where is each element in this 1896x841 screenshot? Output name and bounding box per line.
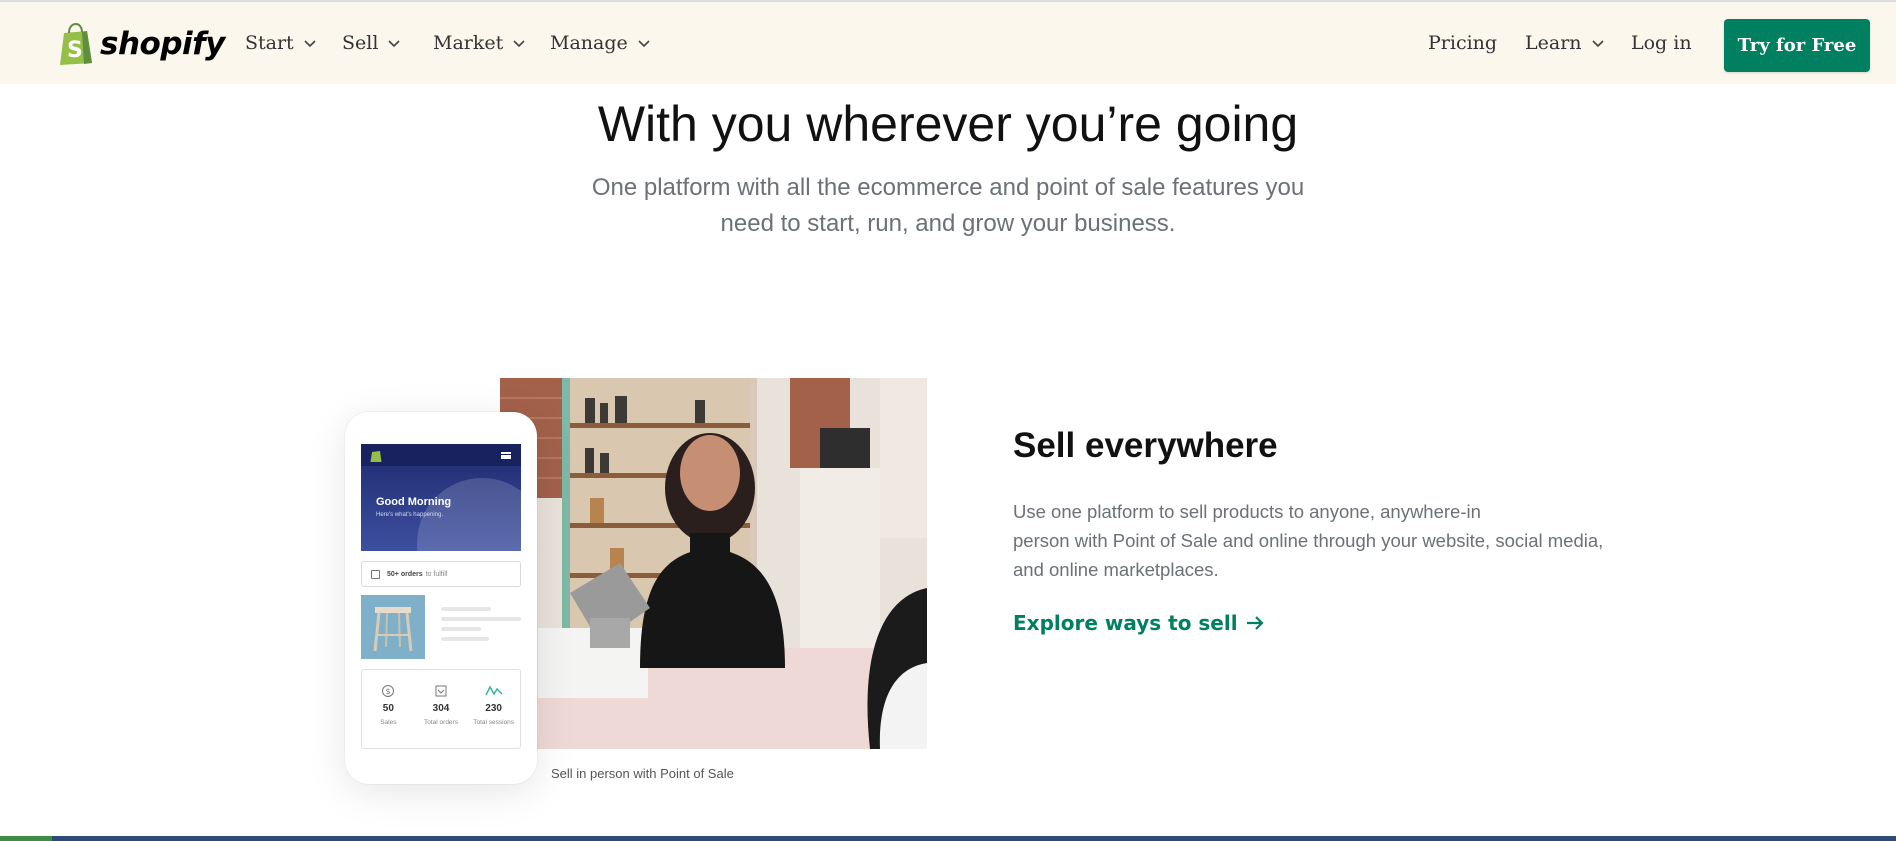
site-header: S shopify Start Sell Market Manage Prici… bbox=[0, 2, 1896, 84]
nav-learn[interactable]: Learn bbox=[1525, 32, 1605, 54]
orders-box-icon bbox=[371, 569, 380, 579]
stat-sessions-value: 230 bbox=[485, 703, 502, 714]
login-link[interactable]: Log in bbox=[1631, 32, 1692, 54]
sessions-icon bbox=[485, 685, 503, 696]
hero-subtitle: One platform with all the ecommerce and … bbox=[591, 174, 1305, 237]
feature-body: Use one platform to sell products to any… bbox=[1013, 497, 1633, 584]
placeholder-line bbox=[441, 617, 521, 621]
hamburger-menu-icon[interactable] bbox=[501, 452, 511, 459]
nav-start-label: Start bbox=[245, 32, 294, 54]
login-label: Log in bbox=[1631, 32, 1692, 54]
nav-start[interactable]: Start bbox=[245, 32, 317, 54]
stat-sessions: 230 Total sessions bbox=[469, 684, 519, 748]
stat-sales-label: Sales bbox=[380, 719, 397, 726]
chevron-down-icon bbox=[304, 39, 316, 47]
feature-body-line: person with Point of Sale and online thr… bbox=[1013, 530, 1604, 551]
phone-dashboard-hero: Good Morning Here's what's happening. bbox=[361, 444, 521, 551]
placeholder-line bbox=[441, 637, 489, 641]
bottom-edge-bar bbox=[0, 836, 1896, 841]
stat-orders-value: 304 bbox=[432, 703, 450, 714]
try-for-free-button[interactable]: Try for Free bbox=[1724, 19, 1870, 72]
placeholder-line bbox=[441, 627, 481, 631]
stat-sessions-label: Total sessions bbox=[473, 719, 515, 726]
shopify-logo[interactable]: S shopify bbox=[58, 22, 225, 66]
pos-photo bbox=[500, 378, 927, 749]
placeholder-line bbox=[441, 607, 491, 611]
explore-link-label: Explore ways to sell bbox=[1013, 611, 1238, 635]
explore-ways-to-sell-link[interactable]: Explore ways to sell bbox=[1013, 611, 1265, 635]
stat-sales: $ 50 Sales bbox=[363, 684, 413, 748]
chevron-down-icon bbox=[1591, 39, 1604, 47]
nav-market-label: Market bbox=[433, 32, 504, 54]
logo-wordmark: shopify bbox=[100, 26, 225, 62]
chevron-down-icon bbox=[638, 39, 650, 47]
stool-icon bbox=[373, 607, 413, 652]
phone-greeting-sub: Here's what's happening. bbox=[376, 512, 443, 518]
shopping-bag-icon: S bbox=[60, 23, 92, 65]
nav-sell-label: Sell bbox=[342, 32, 379, 54]
phone-greeting: Good Morning bbox=[376, 496, 452, 508]
phone-stats: $ 50 Sales 304 Total orders 230 Total se… bbox=[361, 669, 521, 749]
chevron-down-icon bbox=[513, 39, 525, 47]
phone-product-card bbox=[361, 595, 521, 659]
hero-title: With you wherever you’re going bbox=[597, 96, 1299, 152]
bottom-edge-accent bbox=[0, 836, 52, 841]
orders-icon bbox=[435, 685, 447, 697]
shopify-bag-icon bbox=[370, 451, 382, 462]
nav-pricing-label: Pricing bbox=[1428, 32, 1498, 54]
phone-top-bar bbox=[361, 444, 521, 466]
feature-body-line: Use one platform to sell products to any… bbox=[1013, 501, 1481, 522]
stat-orders-label: Total orders bbox=[424, 719, 458, 726]
orders-suffix: to fulfill bbox=[425, 570, 448, 578]
stat-sales-value: 50 bbox=[382, 703, 394, 714]
nav-manage[interactable]: Manage bbox=[550, 32, 651, 54]
feature-title: Sell everywhere bbox=[1013, 426, 1278, 465]
phone-orders-row[interactable]: 50+ orders to fulfill bbox=[361, 561, 521, 587]
nav-pricing[interactable]: Pricing bbox=[1428, 32, 1497, 54]
pos-photo-illustration bbox=[500, 378, 927, 749]
nav-sell[interactable]: Sell bbox=[342, 32, 401, 54]
svg-text:$: $ bbox=[386, 687, 391, 696]
nav-learn-label: Learn bbox=[1525, 32, 1582, 54]
nav-market[interactable]: Market bbox=[433, 32, 526, 54]
photo-caption: Sell in person with Point of Sale bbox=[551, 766, 734, 781]
phone-mockup: Good Morning Here's what's happening. 50… bbox=[345, 412, 537, 784]
chevron-down-icon bbox=[388, 39, 400, 47]
stat-orders: 304 Total orders bbox=[416, 684, 466, 748]
svg-text:S: S bbox=[67, 38, 83, 63]
phone-screen: Good Morning Here's what's happening. 50… bbox=[361, 444, 521, 749]
arrow-right-icon bbox=[1246, 616, 1264, 630]
stool-product-image bbox=[361, 595, 425, 659]
feature-body-line: and online marketplaces. bbox=[1013, 559, 1219, 580]
dollar-icon: $ bbox=[382, 685, 395, 697]
nav-manage-label: Manage bbox=[550, 32, 628, 54]
orders-count: 50+ orders bbox=[387, 570, 423, 578]
